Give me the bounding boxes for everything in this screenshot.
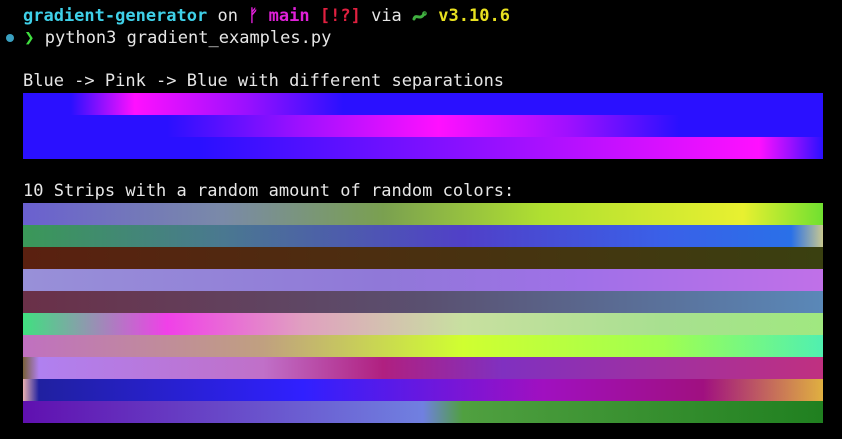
section1-title: Blue -> Pink -> Blue with different sepa… [23, 71, 505, 91]
gradient-strip [23, 225, 823, 247]
gradient-strip [23, 203, 823, 225]
status-dot-icon [6, 34, 14, 42]
gradient-strip [23, 115, 823, 137]
command-line: ❯ python3 gradient_examples.py [6, 28, 331, 48]
prompt-chevron-icon: ❯ [24, 28, 35, 48]
section2-title: 10 Strips with a random amount of random… [23, 181, 515, 201]
gradient-strip [23, 93, 823, 115]
python-snake-icon [412, 11, 427, 21]
branch-name: main [268, 6, 310, 26]
git-branch-icon: ᚠ [248, 6, 259, 26]
command-text: python3 gradient_examples.py [44, 28, 332, 48]
git-status: [!?] [319, 6, 361, 26]
gradient-strip [23, 379, 823, 401]
python-version: v3.10.6 [438, 6, 510, 26]
gradient-strip [23, 291, 823, 313]
gradient-strip [23, 137, 823, 159]
gradient-strip [23, 335, 823, 357]
on-text: on [217, 6, 238, 26]
gradient-strip [23, 313, 823, 335]
gradient-strip [23, 401, 823, 423]
shell-prompt: gradient-generator on ᚠ main [!?] via v3… [23, 6, 510, 26]
directory-name: gradient-generator [23, 6, 208, 26]
gradient-strip [23, 357, 823, 379]
via-text: via [371, 6, 402, 26]
gradient-strip [23, 269, 823, 291]
gradient-strip [23, 247, 823, 269]
